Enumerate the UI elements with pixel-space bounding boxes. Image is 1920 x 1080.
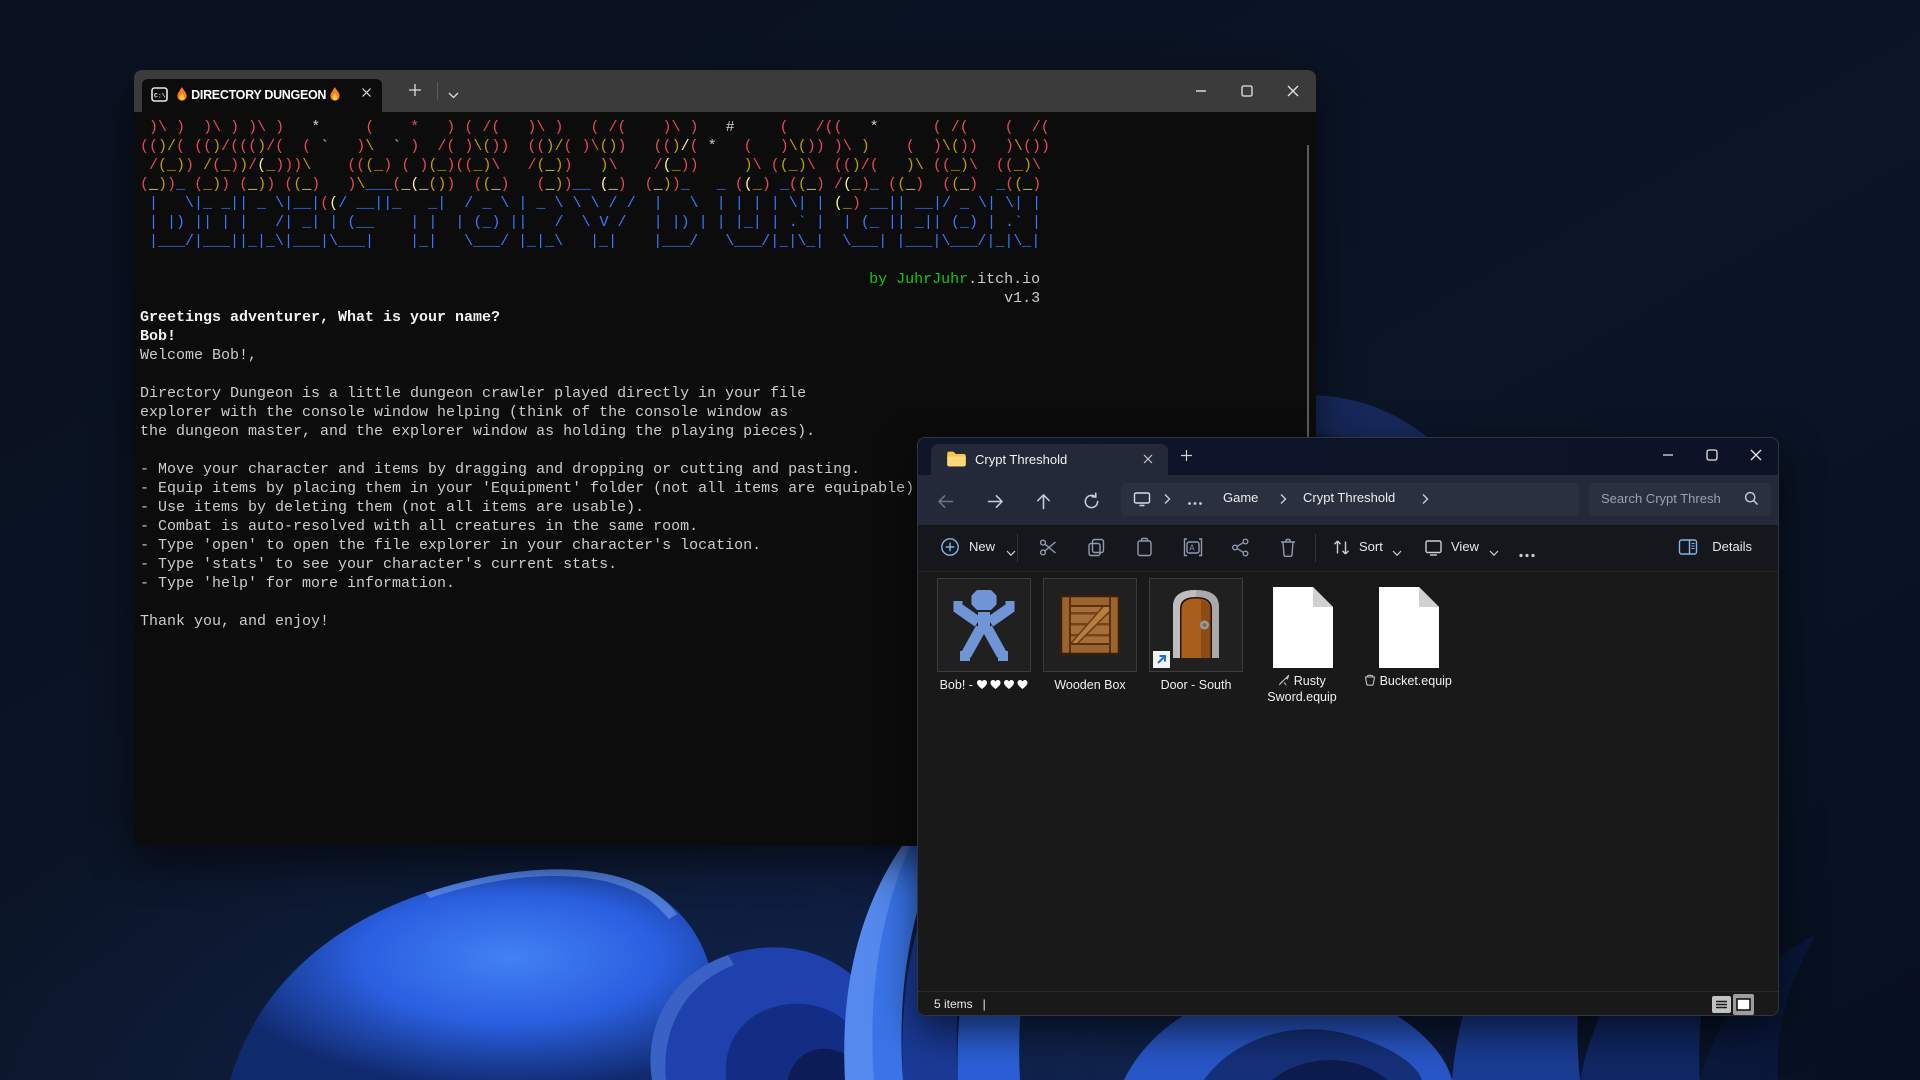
svg-text:C:\: C:\ — [154, 93, 166, 100]
svg-text:A: A — [1189, 544, 1195, 553]
